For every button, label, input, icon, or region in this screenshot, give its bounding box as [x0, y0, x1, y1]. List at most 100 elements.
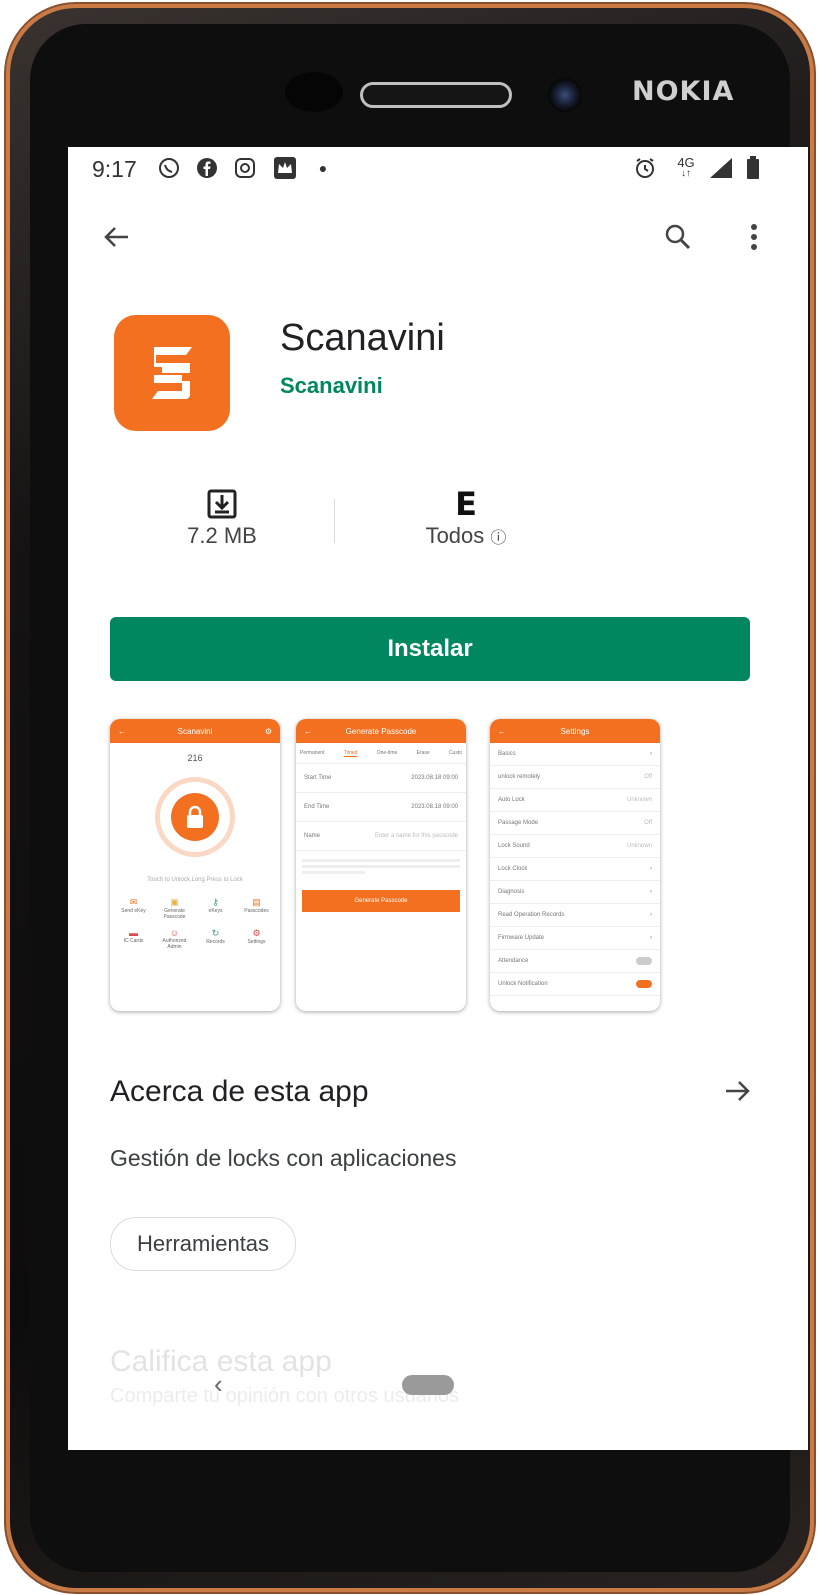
screenshot-header: ← Scanavini ⚙ [110, 719, 280, 743]
notification-dot-icon: ● [318, 160, 328, 176]
chevron-right-icon: › [650, 751, 652, 757]
settings-row: Read Operation Records › [490, 904, 660, 927]
tab-custom: Custo [448, 750, 462, 756]
grid-item: ⚷ eKeys [196, 897, 235, 920]
settings-row: Passage Mode Off [490, 812, 660, 835]
screenshot-header: ← Settings [490, 719, 660, 743]
passcode-note-lines [296, 851, 466, 882]
scanavini-logo-icon [152, 347, 192, 399]
row-label: Read Operation Records [498, 912, 565, 918]
row-label: Passage Mode [498, 820, 539, 826]
row-label: Name [304, 833, 321, 839]
network-indicator: 4G ↓↑ [670, 155, 702, 181]
content-rating-label-row: Todos ⓘ [406, 523, 526, 549]
tab-one-time: One-time [376, 750, 398, 756]
whatsapp-icon [156, 155, 182, 181]
row-value: 2023.08.18 09:00 [411, 775, 458, 781]
screenshot-title: Generate Passcode [345, 726, 417, 736]
about-section-title[interactable]: Acerca de esta app [110, 1075, 369, 1109]
tab-permanent: Permanent [300, 750, 325, 756]
stat-divider [334, 499, 335, 543]
grid-label: eKeys [208, 908, 223, 914]
settings-row: Lock Clock › [490, 858, 660, 881]
battery-icon [740, 155, 766, 181]
settings-row: unlock remotely Off [490, 766, 660, 789]
grid-label: Authorized Admin [162, 938, 187, 950]
settings-row: Diagnosis › [490, 881, 660, 904]
settings-row: Attendance [490, 950, 660, 973]
feature-grid: ✉ Send eKey ▣ Generate Passcode ⚷ eKeys ▤ Pa… [110, 897, 280, 950]
app-icon [114, 315, 230, 431]
row-label: Basics [498, 751, 516, 757]
back-arrow-icon: ← [118, 726, 126, 736]
generate-passcode-button: Generate Passcode [302, 890, 460, 912]
grid-label: Passcodes [244, 908, 269, 914]
tab-erase: Erase [416, 750, 430, 756]
passcodes-icon: ▤ [252, 897, 261, 907]
install-button[interactable]: Instalar [110, 617, 750, 681]
content-rating-label: Todos [425, 523, 485, 548]
padlock-icon [171, 793, 219, 841]
back-arrow-icon[interactable] [92, 213, 140, 261]
info-icon[interactable]: ⓘ [490, 530, 506, 547]
grid-item: ▤ Passcodes [237, 897, 276, 920]
chevron-right-icon: › [650, 935, 652, 941]
proximity-sensor [285, 72, 343, 112]
search-icon[interactable] [654, 213, 702, 261]
row-label: Lock Clock [498, 866, 528, 872]
developer-link[interactable]: Scanavini [280, 373, 383, 399]
row-value: Unknown [626, 797, 652, 803]
row-value: 2023.08.18 09:00 [411, 804, 458, 810]
grid-item: ▬ IC Cards [114, 928, 153, 950]
grid-label: Send eKey [121, 908, 146, 914]
front-camera [548, 78, 582, 112]
screenshot-generate-passcode[interactable]: ← Generate Passcode Permanent Timed One-… [296, 719, 466, 1011]
network-type: 4G [677, 155, 695, 170]
records-icon: ↻ [211, 928, 220, 938]
settings-row: Firmware Update › [490, 927, 660, 950]
form-row: End Time 2023.08.18 09:00 [296, 793, 466, 822]
back-arrow-icon: ← [304, 726, 312, 736]
screenshot-settings[interactable]: ← Settings Basics › unlock remotely Off Au… [490, 719, 660, 1011]
chevron-right-icon: › [650, 912, 652, 918]
app-bar [68, 207, 808, 267]
instagram-icon [232, 155, 258, 181]
grid-item: ☺ Authorized Admin [155, 928, 194, 950]
row-label: unlock remotely [498, 774, 541, 780]
row-label: Lock Sound [498, 843, 530, 849]
chevron-right-icon: › [650, 866, 652, 872]
more-options-icon[interactable] [730, 213, 778, 261]
nav-home-pill[interactable] [402, 1375, 454, 1395]
passcode-icon: ▣ [170, 897, 179, 907]
card-icon: ▬ [129, 928, 138, 938]
toggle-on-icon [636, 980, 652, 988]
tab-timed: Timed [343, 749, 358, 757]
brand-logo: NOKIA [632, 76, 735, 107]
unlock-ring [155, 777, 235, 857]
alarm-icon [632, 155, 658, 181]
screenshot-main[interactable]: ← Scanavini ⚙ 216 Touch to Unlock,Long P… [110, 719, 280, 1011]
arrow-right-icon[interactable] [716, 1069, 760, 1113]
grid-label: Generate Passcode [163, 908, 186, 920]
facebook-icon [194, 155, 220, 181]
download-size-stat: 7.2 MB [162, 485, 282, 549]
earpiece-speaker [360, 82, 512, 108]
category-chip[interactable]: Herramientas [110, 1217, 297, 1271]
row-label: Start Time [304, 775, 332, 781]
row-label: Unlock Notification [498, 981, 548, 987]
toggle-off-icon [636, 957, 652, 965]
download-size: 7.2 MB [187, 523, 257, 548]
grid-item: ▣ Generate Passcode [155, 897, 194, 920]
status-bar: 9:17 ● 4G ↓↑ [68, 147, 808, 191]
status-time: 9:17 [92, 156, 137, 182]
row-label: Firmware Update [498, 935, 545, 941]
nav-back-icon[interactable]: ‹ [214, 1369, 223, 1400]
settings-row: Basics › [490, 743, 660, 766]
download-icon [162, 485, 282, 523]
signal-icon [708, 155, 734, 181]
screenshot-title: Settings [560, 726, 590, 736]
row-value: Unknown [626, 843, 652, 849]
back-arrow-icon: ← [498, 726, 506, 736]
lock-code: 216 [187, 753, 203, 763]
content-rating-stat[interactable]: E Todos ⓘ [406, 485, 526, 549]
